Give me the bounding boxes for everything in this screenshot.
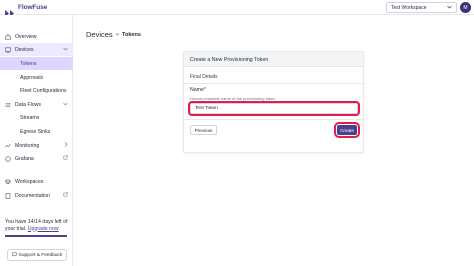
sidebar-item-fleet-configurations[interactable]: Fleet Configurations xyxy=(0,84,73,97)
main-content: Devices » Tokens Create a New Provisioni… xyxy=(74,15,474,266)
sidebar-item-label: Fleet Configurations xyxy=(20,87,67,94)
workspace-select-value: Test Workspace xyxy=(391,4,427,11)
sidebar-item-devices[interactable]: Devices xyxy=(0,43,73,56)
breadcrumb-tokens: Tokens xyxy=(122,31,141,38)
sidebar-item-documentation[interactable]: Documentation xyxy=(0,189,73,202)
sidebar-item-label: Egress Sinks xyxy=(20,128,51,135)
top-bar: FlowFuse Test Workspace M xyxy=(0,0,474,17)
sidebar-item-monitoring[interactable]: Monitoring xyxy=(0,139,73,152)
sidebar-item-data-flows[interactable]: Data Flows xyxy=(0,98,73,111)
sidebar-item-label: Monitoring xyxy=(15,142,40,149)
sidebar-item-tokens[interactable]: Tokens xyxy=(0,57,73,70)
sidebar-item-overview[interactable]: Overview xyxy=(0,30,73,43)
logo-text: FlowFuse xyxy=(18,4,48,11)
name-field-help: Human-readable name of the provisioning … xyxy=(190,96,276,101)
trial-notice: You have 14/14 days left of your trial. … xyxy=(5,219,69,232)
card-title: Create a New Provisioning Token xyxy=(184,52,363,67)
flow-icon xyxy=(5,102,11,108)
chevron-down-icon xyxy=(447,5,452,11)
book-icon xyxy=(5,192,11,199)
sidebar-item-label: Approvals xyxy=(20,74,44,81)
layers-icon xyxy=(4,178,12,185)
sidebar-item-label: Devices xyxy=(15,46,34,53)
sidebar-item-label: Tokens xyxy=(20,60,37,67)
section-label: Final Details xyxy=(190,74,218,80)
sidebar-item-egress-sinks[interactable]: Egress Sinks xyxy=(0,125,73,138)
avatar[interactable]: M xyxy=(460,2,471,13)
sidebar-item-label: Streams xyxy=(20,114,40,121)
sidebar-item-streams[interactable]: Streams xyxy=(0,111,73,124)
previous-button[interactable]: Previous xyxy=(190,125,217,135)
home-icon xyxy=(5,33,11,40)
chevron-right-icon xyxy=(64,142,68,149)
breadcrumb-devices[interactable]: Devices xyxy=(86,30,113,39)
logo-icon xyxy=(5,4,16,17)
upgrade-link[interactable]: Upgrade now xyxy=(28,226,59,232)
sidebar-item-label: Overview xyxy=(15,33,37,40)
breadcrumb-separator: » xyxy=(115,31,120,38)
devices-icon xyxy=(5,47,11,53)
divider xyxy=(184,119,363,120)
name-field-label: Name* xyxy=(190,87,206,93)
sidebar-item-approvals[interactable]: Approvals xyxy=(0,71,73,84)
sidebar: Overview Devices Tokens Approvals Fleet … xyxy=(0,15,73,266)
create-token-card: Create a New Provisioning Token Final De… xyxy=(183,51,364,153)
trial-progress-bar xyxy=(5,235,67,237)
support-feedback-button[interactable]: Support & Feedback xyxy=(7,249,67,261)
token-name-input[interactable] xyxy=(188,101,360,116)
support-label: Support & Feedback xyxy=(18,252,63,258)
sidebar-item-label: Workspaces xyxy=(15,178,44,185)
sidebar-item-label: Data Flows xyxy=(15,101,41,108)
workspace-select[interactable]: Test Workspace xyxy=(386,2,457,13)
trial-progress-fill xyxy=(5,235,67,237)
divider xyxy=(184,83,363,84)
external-link-icon xyxy=(63,192,68,199)
chevron-down-icon xyxy=(63,47,68,53)
app-logo[interactable]: FlowFuse xyxy=(5,3,48,17)
breadcrumb: Devices » Tokens xyxy=(86,30,141,39)
chevron-down-icon xyxy=(63,102,68,108)
grafana-icon xyxy=(5,155,11,162)
sidebar-item-workspaces[interactable]: Workspaces xyxy=(0,175,73,188)
sidebar-item-label: Grafana xyxy=(15,155,34,162)
sidebar-item-label: Documentation xyxy=(15,192,50,199)
external-link-icon xyxy=(63,155,68,162)
sidebar-item-grafana[interactable]: Grafana xyxy=(0,152,73,165)
chat-icon xyxy=(11,252,17,259)
monitoring-icon xyxy=(5,143,11,149)
create-button[interactable]: Create xyxy=(334,122,360,138)
